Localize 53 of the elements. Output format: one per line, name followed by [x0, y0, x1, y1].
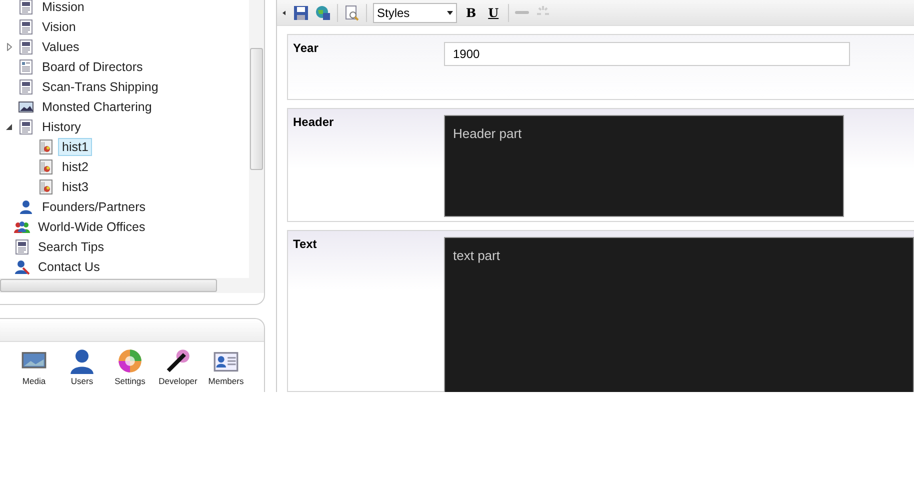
expander-icon[interactable] — [6, 124, 12, 130]
underline-button[interactable]: U — [485, 6, 502, 20]
globe-save-icon — [315, 4, 331, 21]
page-icon — [18, 79, 34, 95]
bold-button[interactable]: B — [463, 6, 480, 20]
page-icon — [18, 39, 34, 55]
page-icon — [14, 239, 30, 255]
field-label: Header — [293, 114, 335, 132]
year-field[interactable]: 1900 — [444, 42, 850, 66]
tree-item[interactable]: Mission — [38, 0, 88, 16]
people-icon — [14, 219, 30, 235]
save-icon — [293, 4, 309, 21]
tree-item[interactable]: hist1 — [58, 138, 92, 156]
tree-item[interactable]: Values — [38, 38, 84, 56]
tree-item[interactable]: Search Tips — [34, 238, 108, 256]
section-button[interactable]: Developer — [161, 348, 195, 386]
collapse-icon — [281, 8, 287, 17]
rich-text-editor[interactable]: Header part — [444, 115, 844, 218]
tree-item[interactable]: History — [38, 118, 85, 136]
field-label: Year — [293, 40, 320, 58]
color-wheel-icon — [117, 348, 143, 374]
tree-item[interactable]: hist2 — [58, 158, 92, 176]
page-icon — [18, 0, 34, 15]
tree-item[interactable]: Monsted Chartering — [38, 98, 156, 116]
tree-item[interactable]: Founders/Partners — [38, 198, 150, 216]
person-icon — [69, 348, 95, 374]
tree-item[interactable]: Scan-Trans Shipping — [38, 78, 162, 96]
styles-dropdown[interactable]: Styles — [373, 2, 457, 23]
document-icon — [18, 59, 34, 75]
section-button[interactable]: Settings — [113, 348, 147, 386]
tree-item[interactable]: Contact Us — [34, 258, 104, 276]
magic-wand-icon — [165, 348, 191, 374]
section-button[interactable]: Media — [17, 348, 51, 386]
page-icon — [38, 159, 54, 175]
tree-item[interactable]: Vision — [38, 18, 80, 36]
tree-item[interactable]: World-Wide Offices — [34, 218, 150, 236]
image-icon — [18, 99, 34, 115]
page-icon — [38, 179, 54, 195]
section-button[interactable]: Members — [209, 348, 243, 386]
horizontal-scrollbar[interactable] — [0, 278, 264, 293]
tree-item[interactable]: hist3 — [58, 178, 92, 196]
person-icon — [18, 199, 34, 215]
rich-text-editor[interactable]: text part — [444, 236, 914, 392]
preview-icon — [344, 4, 360, 21]
caret-icon — [447, 10, 453, 15]
page-icon — [18, 119, 34, 135]
vertical-scrollbar[interactable] — [249, 0, 264, 278]
page-icon — [18, 19, 34, 35]
field-label: Text — [293, 236, 318, 253]
section-button[interactable]: Users — [65, 348, 99, 386]
tree-item[interactable]: Board of Directors — [38, 58, 147, 76]
person-icon — [14, 259, 30, 275]
page-icon — [38, 139, 54, 155]
